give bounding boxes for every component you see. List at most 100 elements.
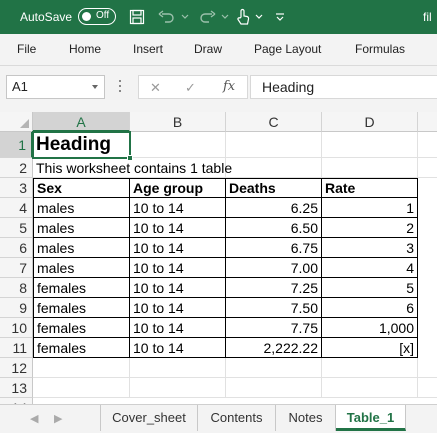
row-header-12[interactable]: 12 [0,358,33,378]
cell-c1[interactable] [226,132,322,158]
table-cell[interactable]: 6 [322,298,418,318]
sheet-tab-cover-sheet[interactable]: Cover_sheet [100,405,198,431]
save-icon[interactable] [128,8,146,26]
worksheet-grid[interactable]: A B C D 1 2 3 4 5 6 7 8 9 10 11 12 13 14… [0,112,437,404]
table-cell[interactable]: 6.75 [226,238,322,258]
table-cell[interactable]: 1 [322,198,418,218]
cell-b13[interactable] [130,378,226,398]
drag-handle-icon[interactable] [118,80,122,94]
row-header-10[interactable]: 10 [0,318,33,338]
fill-handle[interactable] [127,155,133,161]
table-cell[interactable]: [x] [322,338,418,358]
row-header-13[interactable]: 13 [0,378,33,398]
cell-e2[interactable] [418,158,437,178]
table-cell[interactable]: 10 to 14 [130,198,226,218]
table-cell[interactable]: 7.50 [226,298,322,318]
row-header-3[interactable]: 3 [0,178,33,198]
ribbon-tab-page-layout[interactable]: Page Layout [254,42,321,56]
cell-d13[interactable] [322,378,418,398]
cell-d2[interactable] [322,158,418,178]
redo-dropdown-icon[interactable] [220,8,230,26]
table-cell[interactable]: females [33,278,130,298]
table-cell[interactable]: 10 to 14 [130,218,226,238]
table-cell[interactable]: 10 to 14 [130,278,226,298]
table-header-cell[interactable]: Deaths [226,178,322,198]
table-cell[interactable]: 10 to 14 [130,318,226,338]
previous-sheet-icon[interactable]: ◀ [30,412,38,425]
table-cell[interactable]: 2,222.22 [226,338,322,358]
table-cell[interactable]: females [33,338,130,358]
sheet-tab-notes[interactable]: Notes [276,405,336,431]
undo-icon[interactable] [156,8,178,26]
customize-toolbar-icon[interactable] [274,8,286,26]
table-cell[interactable]: 2 [322,218,418,238]
column-e-cells[interactable] [418,178,437,358]
cell-c12[interactable] [226,358,322,378]
undo-dropdown-icon[interactable] [180,8,190,26]
touch-dropdown-icon[interactable] [254,8,264,26]
row-header-5[interactable]: 5 [0,218,33,238]
cell-a12[interactable] [33,358,130,378]
cell-e12[interactable] [418,358,437,378]
table-cell[interactable]: females [33,298,130,318]
table-cell[interactable]: 7.00 [226,258,322,278]
sheet-tab-contents[interactable]: Contents [198,405,276,431]
cancel-icon[interactable]: ✕ [150,80,161,96]
table-cell[interactable]: 5 [322,278,418,298]
table-cell[interactable]: 6.25 [226,198,322,218]
sheet-subtitle[interactable]: This worksheet contains 1 table [33,158,232,178]
table-cell[interactable]: females [33,318,130,338]
cell-e1[interactable] [418,132,437,158]
row-header-8[interactable]: 8 [0,278,33,298]
cell-e13[interactable] [418,378,437,398]
table-cell[interactable]: 10 to 14 [130,338,226,358]
ribbon-tab-file[interactable]: File [17,42,36,56]
formula-input[interactable]: Heading [250,75,437,99]
cell-c2[interactable] [226,158,322,178]
table-header-cell[interactable]: Age group [130,178,226,198]
ribbon-tab-home[interactable]: Home [69,42,101,56]
sheet-tab-table-1[interactable]: Table_1 [336,405,406,431]
table-cell[interactable]: 4 [322,258,418,278]
cell-c13[interactable] [226,378,322,398]
column-header-c[interactable]: C [226,112,322,132]
table-cell[interactable]: 10 to 14 [130,258,226,278]
table-cell[interactable]: males [33,218,130,238]
insert-function-icon[interactable]: fx [223,79,235,94]
row-header-1[interactable]: 1 [0,132,33,158]
row-header-9[interactable]: 9 [0,298,33,318]
table-header-cell[interactable]: Sex [33,178,130,198]
table-header-cell[interactable]: Rate [322,178,418,198]
ribbon-tab-insert[interactable]: Insert [133,42,163,56]
table-cell[interactable]: males [33,258,130,278]
row-header-7[interactable]: 7 [0,258,33,278]
cell-b1[interactable] [130,132,226,158]
select-all-button[interactable] [0,112,33,132]
redo-icon[interactable] [196,8,218,26]
row-header-2[interactable]: 2 [0,158,33,178]
row-header-11[interactable]: 11 [0,338,33,358]
next-sheet-icon[interactable]: ▶ [54,412,62,425]
cell-a13[interactable] [33,378,130,398]
ribbon-tab-draw[interactable]: Draw [194,42,222,56]
chevron-down-icon[interactable] [92,85,98,89]
table-cell[interactable]: males [33,198,130,218]
ribbon-tab-formulas[interactable]: Formulas [355,42,405,56]
cell-d12[interactable] [322,358,418,378]
cell-d1[interactable] [322,132,418,158]
enter-icon[interactable]: ✓ [185,80,196,96]
table-cell[interactable]: males [33,238,130,258]
table-cell[interactable]: 1,000 [322,318,418,338]
table-cell[interactable]: 3 [322,238,418,258]
table-cell[interactable]: 10 to 14 [130,298,226,318]
sheet-heading[interactable]: Heading [33,132,114,158]
column-header-a[interactable]: A [33,112,130,132]
column-header-e[interactable] [418,112,437,132]
row-header-6[interactable]: 6 [0,238,33,258]
cell-b12[interactable] [130,358,226,378]
column-header-b[interactable]: B [130,112,226,132]
table-cell[interactable]: 7.25 [226,278,322,298]
table-cell[interactable]: 7.75 [226,318,322,338]
table-cell[interactable]: 6.50 [226,218,322,238]
touch-mode-icon[interactable] [234,8,252,26]
